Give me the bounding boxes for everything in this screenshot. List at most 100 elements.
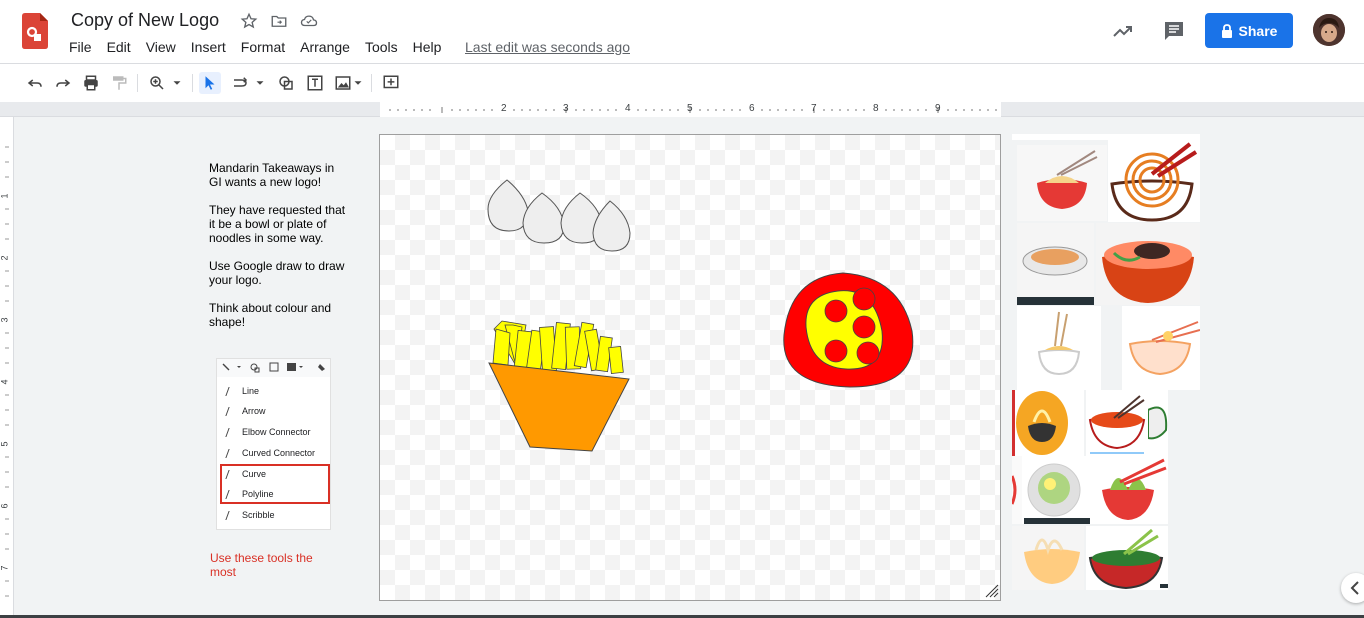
drawing-canvas[interactable] (379, 134, 1001, 601)
noodle-bowl-image[interactable] (1090, 456, 1168, 524)
menu-insert[interactable]: Insert (184, 37, 234, 57)
ruler-number: 6 (749, 103, 755, 114)
ruler-number: 1 (0, 193, 10, 199)
noodle-bowl-image[interactable] (1012, 526, 1084, 590)
document-title[interactable]: Copy of New Logo (71, 10, 219, 31)
menu-edit[interactable]: Edit (100, 37, 139, 57)
line-menu-item: Curved Connector (225, 448, 316, 458)
instruction-paragraph: Think about colour and shape! (209, 301, 332, 329)
noodle-bowl-image[interactable] (1108, 140, 1200, 222)
instruction-paragraph: Use Google draw to draw your logo. (209, 259, 345, 287)
curved-connector-icon (225, 448, 238, 458)
undo-icon[interactable] (24, 72, 46, 94)
ruler-number: 5 (687, 103, 693, 114)
lock-icon (1221, 23, 1232, 38)
comments-icon[interactable] (1162, 19, 1186, 43)
instruction-paragraph: Mandarin Takeaways in GI wants a new log… (209, 161, 335, 189)
line-icon[interactable] (229, 72, 251, 94)
noodle-bowl-image[interactable] (1086, 526, 1168, 590)
ruler-number: 9 (935, 103, 941, 114)
menu-tools[interactable]: Tools (358, 37, 406, 57)
side-panel-toggle[interactable] (1341, 573, 1364, 603)
print-icon[interactable] (80, 72, 102, 94)
cloud-saved-icon[interactable] (300, 12, 318, 30)
shape-icon[interactable] (275, 72, 297, 94)
toolbar (0, 64, 1364, 151)
noodle-bowl-image[interactable] (1017, 306, 1101, 390)
line-menu-label: Elbow Connector (242, 427, 311, 437)
ruler-number: 6 (0, 503, 10, 509)
ruler-number: 5 (0, 441, 10, 447)
ruler-number: 3 (0, 317, 10, 323)
menu-format[interactable]: Format (234, 37, 293, 57)
menu-help[interactable]: Help (406, 37, 450, 57)
toolbar-divider (371, 74, 372, 92)
noodle-bowl-image[interactable] (1096, 223, 1200, 305)
header: Copy of New Logo File Edit View Insert F… (0, 0, 1364, 64)
ruler-number: 7 (0, 565, 10, 571)
move-folder-icon[interactable] (270, 12, 288, 30)
menu-file[interactable]: File (62, 37, 100, 57)
noodle-bowl-image[interactable] (1086, 390, 1148, 456)
select-icon[interactable] (199, 72, 221, 94)
textbox-icon[interactable] (304, 72, 326, 94)
highlight-box (220, 464, 330, 504)
noodle-bowl-image[interactable] (1122, 306, 1200, 390)
line-menu-screenshot[interactable]: Line Arrow Elbow Connector Curved Connec… (216, 358, 331, 530)
tools-note[interactable]: Use these tools the most (210, 551, 340, 579)
horizontal-ruler: 2 3 4 5 6 7 8 9 (0, 102, 1364, 117)
zoom-dropdown-icon[interactable] (170, 72, 184, 94)
vertical-ruler: 1 2 3 4 5 6 7 (0, 117, 14, 618)
fries-drawing[interactable] (488, 320, 630, 452)
avatar[interactable] (1313, 14, 1345, 46)
last-edit-link[interactable]: Last edit was seconds ago (465, 39, 630, 55)
ruler-number: 2 (0, 255, 10, 261)
line-menu-item: Elbow Connector (225, 427, 311, 437)
star-icon[interactable] (240, 12, 258, 30)
line-menu-toolbar (217, 359, 330, 377)
line-menu-item: Arrow (225, 406, 266, 416)
noodle-bowl-image[interactable] (1017, 145, 1107, 221)
ruler-number: 2 (501, 103, 507, 114)
reference-images-collage[interactable] (1012, 134, 1200, 596)
menu-bar: File Edit View Insert Format Arrange Too… (62, 37, 449, 57)
zoom-icon[interactable] (146, 72, 168, 94)
share-button[interactable]: Share (1205, 13, 1293, 48)
menu-arrange[interactable]: Arrange (293, 37, 358, 57)
ruler-number: 4 (625, 103, 631, 114)
share-label: Share (1238, 22, 1278, 39)
line-menu-label: Line (242, 386, 260, 396)
drawings-logo-icon[interactable] (22, 13, 48, 49)
line-menu-item: Line (225, 386, 260, 396)
noodle-bowl-image[interactable] (1017, 223, 1094, 305)
line-menu-label: Scribble (242, 510, 275, 520)
noodle-bowl-image[interactable] (1012, 456, 1090, 524)
line-menu-label: Curved Connector (242, 448, 316, 458)
ruler-number: 3 (563, 103, 569, 114)
new-comment-icon[interactable] (380, 72, 402, 94)
line-dropdown-icon[interactable] (253, 72, 267, 94)
toolbar-divider (192, 74, 193, 92)
menu-view[interactable]: View (139, 37, 184, 57)
noodle-bowl-image[interactable] (1148, 390, 1168, 456)
ruler-number: 7 (811, 103, 817, 114)
scribble-icon (225, 510, 238, 520)
line-menu-label: Arrow (242, 406, 266, 416)
line-menu-item: Scribble (225, 510, 275, 520)
redo-icon[interactable] (52, 72, 74, 94)
paint-format-icon[interactable] (108, 72, 130, 94)
ruler-number: 4 (0, 379, 10, 385)
ruler-active-area: 2 3 4 5 6 7 8 9 (380, 102, 1001, 117)
image-dropdown-icon[interactable] (351, 72, 365, 94)
instruction-paragraph: They have requested that it be a bowl or… (209, 203, 346, 245)
ruler-number: 8 (873, 103, 879, 114)
resize-handle-icon[interactable] (985, 584, 999, 598)
activity-trend-icon[interactable] (1111, 19, 1135, 43)
pizza-drawing[interactable] (783, 272, 914, 388)
dumpling-shapes[interactable] (487, 179, 631, 252)
noodle-bowl-image[interactable] (1012, 390, 1084, 456)
toolbar-divider (137, 74, 138, 92)
arrow-icon (225, 406, 238, 416)
line-icon (225, 386, 238, 396)
instructions-textbox[interactable]: Mandarin Takeaways in GI wants a new log… (209, 161, 349, 343)
